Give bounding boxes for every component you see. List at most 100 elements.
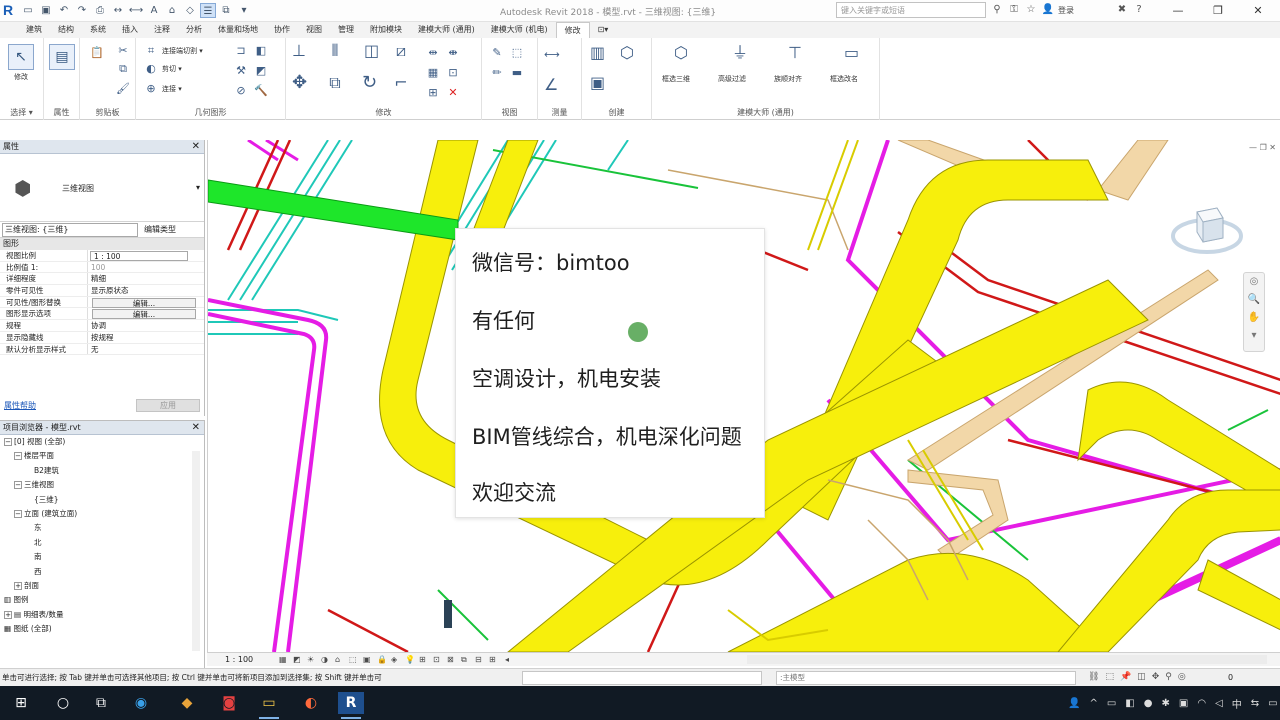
battery-icon[interactable]: ▭ (1107, 698, 1116, 709)
browser-scrollbar[interactable] (192, 451, 200, 651)
tab-11[interactable]: 建模大师 (通用) (410, 22, 483, 38)
face-select-icon[interactable]: ◫ (1137, 669, 1146, 686)
minimize-icon[interactable]: — (1158, 0, 1198, 21)
match-icon[interactable]: 🖌 (116, 82, 130, 96)
pick-3d-icon[interactable]: ⬡ (674, 45, 688, 61)
tab-1[interactable]: 结构 (50, 22, 82, 38)
lock-3d-icon[interactable]: 🔒 (377, 653, 387, 666)
network-icon[interactable]: ◧ (1125, 698, 1134, 709)
windows-start-icon[interactable]: ⊞ (8, 692, 34, 714)
array-icon[interactable]: ▦ (426, 66, 440, 80)
wall-join-icon[interactable]: ⊐ (234, 44, 248, 58)
property-row[interactable]: 规程 协调 (0, 320, 204, 332)
collapse-icon[interactable]: − (14, 481, 22, 490)
property-row[interactable]: 比例值 1: 100 (0, 261, 204, 274)
thin-lines-icon[interactable]: ☰ (200, 3, 216, 18)
paint-icon[interactable]: ◩ (254, 64, 268, 78)
scroll-left-icon[interactable]: ◂ (505, 653, 509, 666)
apply-button[interactable]: 应用 (136, 399, 200, 412)
box-rename-icon[interactable]: ▭ (844, 45, 859, 61)
status-workset-field[interactable] (522, 671, 762, 685)
mirror-icon[interactable]: ◫ (364, 43, 379, 59)
close-icon[interactable]: ✕ (1238, 0, 1278, 21)
copy-move-icon[interactable]: ⧉ (328, 75, 342, 91)
volume-icon[interactable]: ◁ (1215, 698, 1223, 709)
tree-node[interactable]: ▦ 图纸 (全部) (0, 622, 204, 636)
constraints-icon[interactable]: ⧉ (461, 653, 467, 666)
show-crop-icon[interactable]: ▣ (363, 653, 371, 666)
create-assembly-icon[interactable]: ▥ (590, 45, 605, 61)
advanced-filter-label[interactable]: 高级过滤 (718, 74, 746, 84)
property-row[interactable]: 图形显示选项 编辑... (0, 308, 204, 321)
graphics-icon[interactable]: ▬ (510, 66, 524, 80)
tab-7[interactable]: 协作 (266, 22, 298, 38)
detail-level-icon[interactable]: ▦ (279, 653, 287, 666)
collapse-icon[interactable]: − (14, 452, 22, 461)
pan-icon[interactable]: ✋ (1244, 309, 1264, 327)
tab-8[interactable]: 视图 (298, 22, 330, 38)
open-icon[interactable]: ▭ (20, 3, 36, 18)
property-edit-button[interactable]: 编辑... (92, 309, 196, 320)
rotate-icon[interactable]: ↻ (362, 74, 377, 92)
search-input[interactable]: 键入关键字或短语 (836, 2, 986, 18)
property-row[interactable]: 默认分析显示样式无 (0, 343, 204, 356)
help-icon[interactable]: ? (1132, 3, 1146, 17)
close-hidden-icon[interactable]: ⧉ (218, 3, 234, 18)
type-selector[interactable]: ⬢ 三维视图 ▾ (0, 154, 204, 222)
login-link[interactable]: 登录 (1058, 5, 1074, 16)
tab-13[interactable]: 修改 (555, 22, 590, 38)
steering-wheel-icon[interactable]: ◎ (1244, 273, 1264, 291)
tab-14[interactable]: ⊡▾ (590, 22, 617, 38)
split-gap-icon[interactable]: ⇼ (446, 46, 460, 60)
user-icon[interactable]: 👤 (1041, 3, 1055, 17)
crop-icon[interactable]: ⬚ (349, 653, 357, 666)
demolish-icon[interactable]: ⚒ (234, 64, 248, 78)
cut-geometry-icon[interactable]: ◐ (144, 62, 158, 76)
ppt-icon[interactable]: ◐ (298, 692, 324, 714)
property-row[interactable]: 显示隐藏线 按规程 (0, 331, 204, 344)
redo-icon[interactable]: ↷ (74, 3, 90, 18)
offset-icon[interactable]: ⫴ (328, 43, 342, 59)
tree-node[interactable]: + ▤ 明细表/数量 (0, 608, 204, 622)
hammer-icon[interactable]: 🔨 (254, 84, 268, 98)
pick-3d-label[interactable]: 框选三维 (662, 74, 690, 84)
highlight-icon[interactable]: ⊠ (447, 653, 454, 666)
cut-icon[interactable]: ✂ (116, 44, 130, 58)
create-group-icon[interactable]: ▣ (590, 75, 605, 91)
modify-button[interactable]: ↖ 修改 (6, 42, 36, 92)
viewcube[interactable] (1171, 198, 1243, 258)
revit-taskbar-icon[interactable]: R (338, 692, 364, 719)
expand-icon[interactable]: + (4, 610, 12, 619)
app-icon[interactable]: ◆ (174, 692, 200, 714)
cut-geometry-label[interactable]: 剪切 ▾ (162, 64, 182, 74)
qat-dropdown-icon[interactable]: ▾ (236, 3, 252, 18)
tree-node[interactable]: − [0] 视图 (全部) (0, 435, 204, 449)
split-icon[interactable]: ⇹ (426, 46, 440, 60)
drag-icon[interactable]: ✥ (1152, 669, 1160, 686)
collapse-icon[interactable]: − (14, 509, 22, 518)
text-icon[interactable]: A (146, 3, 162, 18)
collapse-icon[interactable]: − (4, 438, 12, 446)
ime-mode-icon[interactable]: ⇆ (1251, 698, 1259, 709)
analysis-icon[interactable]: ⊡ (433, 653, 440, 666)
align-icon[interactable]: ⊥ (292, 43, 306, 59)
view-scale[interactable]: 1 : 100 (225, 653, 253, 666)
tab-4[interactable]: 注释 (146, 22, 178, 38)
select-group-label[interactable]: 选择 ▾ (0, 107, 43, 118)
chevron-down-icon[interactable]: ▾ (196, 183, 200, 192)
properties-help-link[interactable]: 属性帮助 (4, 398, 36, 414)
tab-2[interactable]: 系统 (82, 22, 114, 38)
display-icon[interactable]: ⊟ (475, 653, 482, 666)
unjoin-icon[interactable]: ⊘ (234, 84, 248, 98)
cope-label[interactable]: 连接端切割 ▾ (162, 46, 203, 56)
select-icon[interactable]: ◎ (1178, 669, 1186, 686)
filter-icon[interactable]: ⚲ (1165, 669, 1172, 686)
star-icon[interactable]: ☆ (1024, 3, 1038, 17)
property-row[interactable]: 详细程度 精细 (0, 273, 204, 286)
render-icon[interactable]: ⌂ (335, 653, 340, 666)
3d-view-icon[interactable]: ⌂ (164, 3, 180, 18)
tree-node[interactable]: 西 (0, 565, 204, 579)
properties-button[interactable]: ▤ (47, 42, 77, 92)
worksharing-icon[interactable]: ⊞ (489, 653, 496, 666)
tree-node[interactable]: ▥ 图例 (0, 593, 204, 607)
